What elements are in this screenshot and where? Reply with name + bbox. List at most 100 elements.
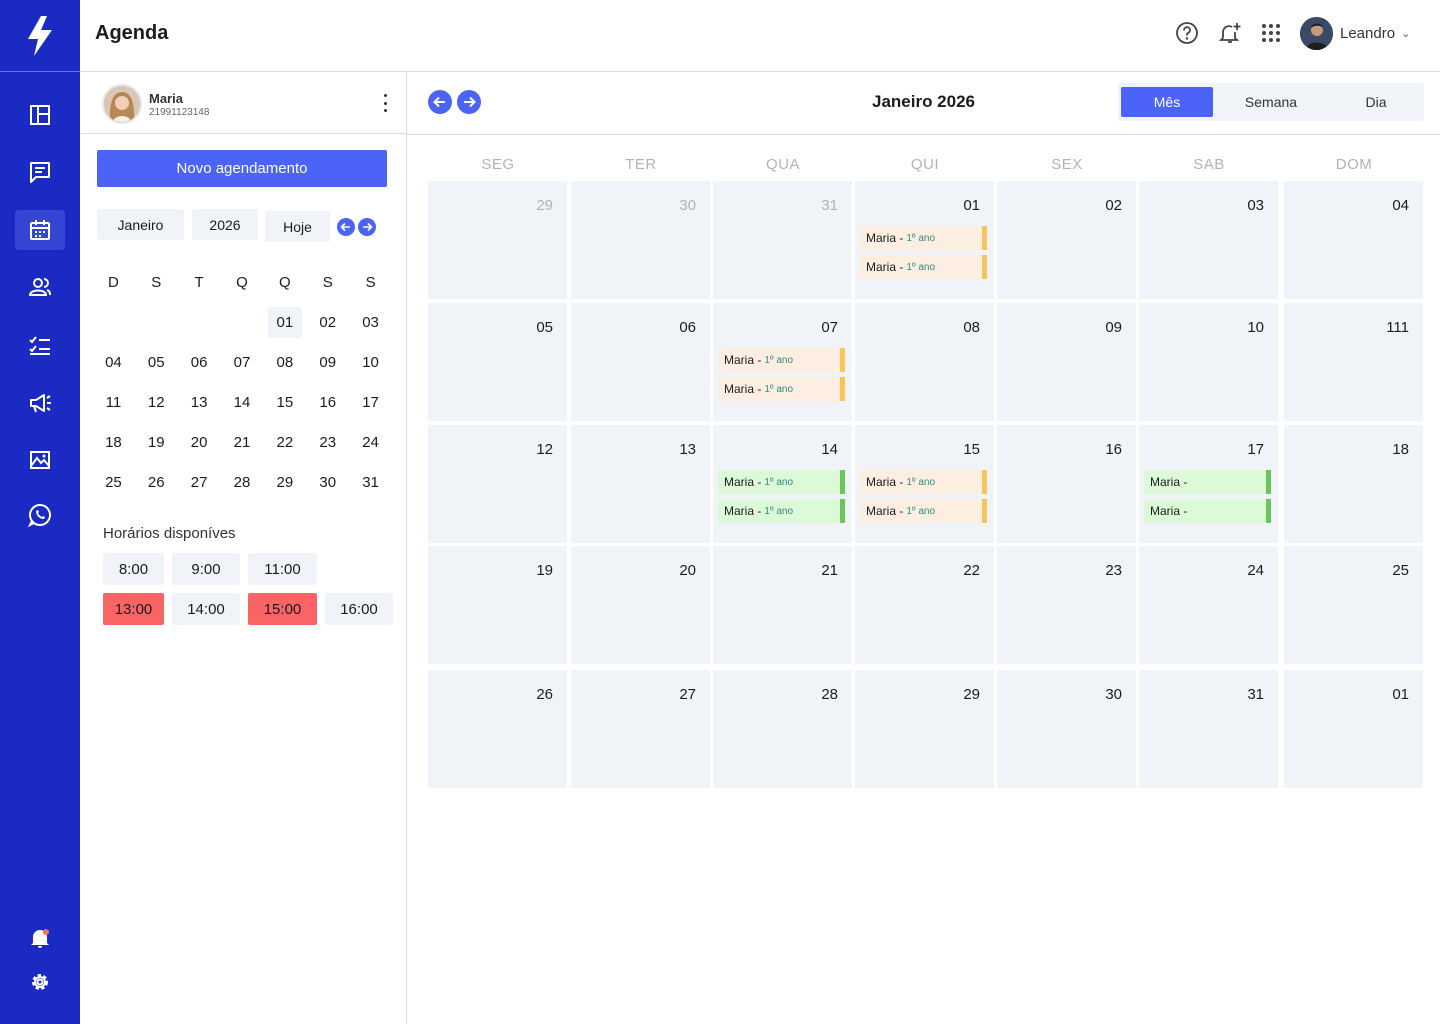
nav-reports[interactable] [15,440,65,480]
appointment-event[interactable]: Maria -1º ano [860,499,987,523]
calendar-day-cell[interactable]: 21 [713,546,852,664]
mini-calendar-day[interactable]: 17 [349,386,392,418]
mini-calendar-day[interactable]: 01 [263,306,306,338]
time-slot[interactable]: 11:00 [248,553,317,585]
mini-calendar-day[interactable]: 15 [263,386,306,418]
mini-calendar-day[interactable]: 27 [178,466,221,498]
calendar-day-cell[interactable]: 05 [428,303,567,421]
mini-calendar-day[interactable]: 03 [349,306,392,338]
appointment-event[interactable]: Maria -1º ano [860,226,987,250]
calendar-day-cell[interactable]: 26 [428,670,567,788]
calendar-day-cell[interactable]: 10 [1139,303,1278,421]
user-menu[interactable]: Leandro ⌄ [1300,16,1410,50]
time-slot-busy[interactable]: 15:00 [248,593,317,625]
mini-calendar-day[interactable]: 28 [221,466,264,498]
mini-calendar-day[interactable]: 20 [178,426,221,458]
appointment-event[interactable]: Maria -1º ano [860,470,987,494]
view-week-button[interactable]: Semana [1223,87,1319,117]
appointment-event[interactable]: Maria - [1144,470,1271,494]
calendar-day-cell[interactable]: 22 [855,546,994,664]
calendar-day-cell[interactable]: 02 [997,181,1136,299]
calendar-day-cell[interactable]: 111 [1284,303,1423,421]
calendar-day-cell[interactable]: 27 [571,670,710,788]
time-slot[interactable]: 9:00 [172,553,240,585]
calendar-day-cell[interactable]: 16 [997,425,1136,543]
mini-calendar-day[interactable]: 30 [306,466,349,498]
mini-calendar-day[interactable]: 09 [306,346,349,378]
calendar-day-cell[interactable]: 13 [571,425,710,543]
calendar-day-cell[interactable]: 20 [571,546,710,664]
calendar-day-cell[interactable]: 09 [997,303,1136,421]
mini-calendar-day[interactable]: 18 [92,426,135,458]
mini-calendar-day[interactable]: 22 [263,426,306,458]
calendar-day-cell[interactable]: 15 Maria -1º ano Maria -1º ano [855,425,994,543]
mini-calendar-day[interactable]: 29 [263,466,306,498]
appointment-event[interactable]: Maria -1º ano [718,377,845,401]
view-month-button[interactable]: Mês [1121,87,1213,117]
nav-campaigns[interactable] [15,383,65,423]
appointment-event[interactable]: Maria -1º ano [860,255,987,279]
calendar-day-cell[interactable]: 12 [428,425,567,543]
mini-calendar-day[interactable]: 12 [135,386,178,418]
calendar-day-cell[interactable]: 19 [428,546,567,664]
calendar-day-cell[interactable]: 23 [997,546,1136,664]
apps-grid-button[interactable] [1258,20,1284,46]
mini-calendar-day[interactable]: 26 [135,466,178,498]
mini-calendar-day[interactable]: 06 [178,346,221,378]
mini-calendar-day[interactable]: 23 [306,426,349,458]
mini-calendar-day[interactable]: 04 [92,346,135,378]
appointment-event[interactable]: Maria - [1144,499,1271,523]
calendar-day-cell[interactable]: 31 [713,181,852,299]
time-slot[interactable]: 14:00 [172,593,240,625]
nav-notifications[interactable] [15,918,65,958]
mini-calendar-day[interactable]: 07 [221,346,264,378]
view-day-button[interactable]: Dia [1330,87,1422,117]
calendar-day-cell[interactable]: 30 [571,181,710,299]
mini-calendar-day[interactable]: 24 [349,426,392,458]
mini-calendar-day[interactable]: 21 [221,426,264,458]
appointment-event[interactable]: Maria -1º ano [718,499,845,523]
nav-calendar[interactable] [15,210,65,250]
mini-calendar-day[interactable]: 08 [263,346,306,378]
mini-calendar-day[interactable]: 05 [135,346,178,378]
nav-settings[interactable] [15,962,65,1002]
mini-next-button[interactable] [358,218,376,236]
mini-prev-button[interactable] [337,218,355,236]
mini-calendar-day[interactable]: 19 [135,426,178,458]
nav-whatsapp[interactable] [15,495,65,535]
calendar-day-cell[interactable]: 04 [1284,181,1423,299]
mini-calendar-day[interactable]: 10 [349,346,392,378]
notification-add-button[interactable] [1217,20,1243,46]
mini-calendar-day[interactable]: 11 [92,386,135,418]
nav-contacts[interactable] [15,267,65,307]
calendar-day-cell[interactable]: 08 [855,303,994,421]
calendar-day-cell[interactable]: 03 [1139,181,1278,299]
month-selector[interactable]: Janeiro [97,209,184,240]
calendar-day-cell[interactable]: 30 [997,670,1136,788]
calendar-day-cell[interactable]: 25 [1284,546,1423,664]
time-slot[interactable]: 16:00 [325,593,393,625]
calendar-day-cell[interactable]: 07 Maria -1º ano Maria -1º ano [713,303,852,421]
calendar-day-cell[interactable]: 31 [1139,670,1278,788]
calendar-day-cell[interactable]: 28 [713,670,852,788]
new-appointment-button[interactable]: Novo agendamento [97,150,387,187]
time-slot[interactable]: 8:00 [103,553,164,585]
calendar-day-cell[interactable]: 01 Maria -1º ano Maria -1º ano [855,181,994,299]
mini-calendar-day[interactable]: 25 [92,466,135,498]
mini-calendar-day[interactable]: 02 [306,306,349,338]
appointment-event[interactable]: Maria -1º ano [718,470,845,494]
calendar-day-cell[interactable]: 06 [571,303,710,421]
year-selector[interactable]: 2026 [192,209,258,240]
calendar-day-cell[interactable]: 29 [428,181,567,299]
calendar-day-cell[interactable]: 18 [1284,425,1423,543]
nav-dashboard[interactable] [15,95,65,135]
calendar-day-cell[interactable]: 14 Maria -1º ano Maria -1º ano [713,425,852,543]
calendar-day-cell[interactable]: 24 [1139,546,1278,664]
more-options-button[interactable] [380,94,390,112]
time-slot-busy[interactable]: 13:00 [103,593,164,625]
mini-calendar-day[interactable]: 14 [221,386,264,418]
calendar-day-cell[interactable]: 29 [855,670,994,788]
nav-messages[interactable] [15,152,65,192]
mini-calendar-day[interactable]: 31 [349,466,392,498]
mini-calendar-day[interactable]: 13 [178,386,221,418]
